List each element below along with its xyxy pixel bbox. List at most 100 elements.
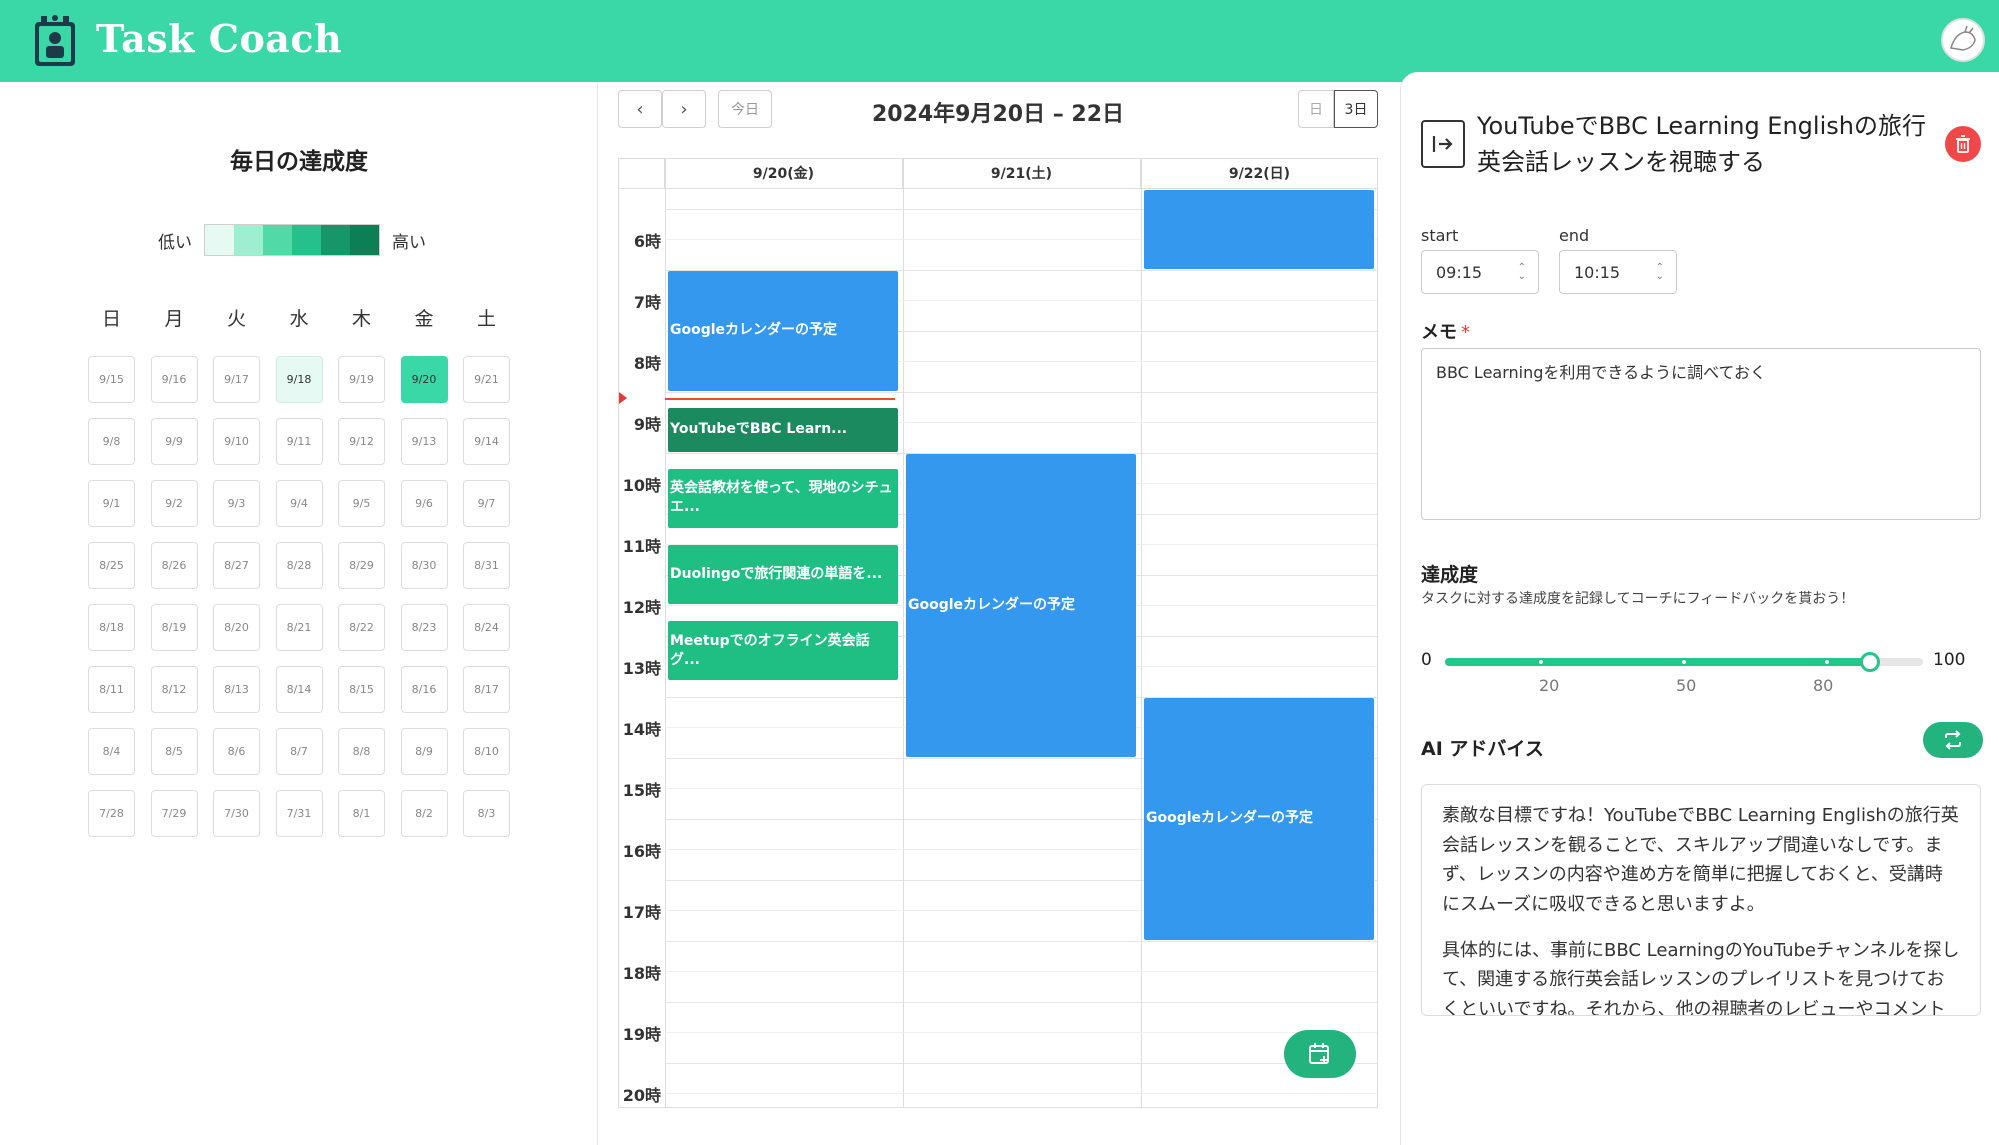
calendar-day-cell[interactable]: 9/18: [275, 356, 323, 403]
calendar-day-cell[interactable]: 8/25: [88, 542, 135, 589]
calendar-event[interactable]: Meetupでのオフライン英会話グ...: [668, 621, 898, 681]
user-avatar[interactable]: [1941, 18, 1985, 62]
calendar-day-cell[interactable]: 8/20: [213, 604, 260, 651]
calendar-day-cell[interactable]: 9/2: [150, 480, 198, 527]
calendar-event[interactable]: Googleカレンダーの予定: [668, 270, 898, 391]
calendar-day-cell[interactable]: 8/21: [275, 604, 323, 651]
calendar-event[interactable]: [1144, 190, 1374, 269]
slider-thumb[interactable]: [1860, 652, 1881, 672]
date-range-title: 2024年9月20日 – 22日: [871, 102, 1125, 127]
calendar-day-cell[interactable]: 9/5: [338, 480, 385, 527]
view-day-button[interactable]: 日: [1298, 90, 1334, 128]
calendar-day-cell[interactable]: 9/19: [338, 356, 385, 403]
calendar-week-row: 8/11 8/12 8/13 8/14 8/15 8/16 8/17: [88, 666, 526, 713]
slider-tick-dot: [1538, 660, 1543, 664]
calendar-day-cell[interactable]: 8/31: [463, 542, 510, 589]
calendar-day-cell[interactable]: 8/5: [150, 728, 198, 775]
calendar-day-cell[interactable]: 9/3: [213, 480, 260, 527]
calendar-day-cell[interactable]: 9/21: [463, 356, 510, 403]
hour-line: [665, 1062, 1377, 1064]
hour-line: [665, 391, 1377, 393]
calendar-day-cell[interactable]: 9/13: [400, 418, 448, 465]
delete-task-button[interactable]: [1945, 126, 1981, 162]
task-detail-panel: YouTubeでBBC Learning Englishの旅行英会話レッスンを視…: [1400, 72, 1999, 1145]
calendar-day-cell[interactable]: 8/15: [338, 666, 385, 713]
calendar-day-cell[interactable]: 7/31: [275, 790, 323, 837]
calendar-event[interactable]: Googleカレンダーの予定: [1144, 697, 1374, 940]
calendar-day-cell[interactable]: 9/1: [88, 480, 135, 527]
calendar-day-cell[interactable]: 9/9: [150, 418, 198, 465]
weekday-label: 月: [164, 308, 184, 330]
schedule-grid: 9/20(金) 9/21(土) 9/22(日) 6時 7時 8時 9時 10時 11時 12時 13…: [618, 158, 1378, 1108]
calendar-day-cell[interactable]: 8/11: [88, 666, 135, 713]
calendar-day-cell[interactable]: 7/30: [213, 790, 260, 837]
legend-swatch: [263, 225, 292, 255]
calendar-day-cell[interactable]: 8/27: [213, 542, 260, 589]
start-time-value: 09:15: [1436, 262, 1483, 282]
hour-label: 7時: [633, 293, 661, 312]
calendar-day-cell[interactable]: 8/26: [150, 542, 198, 589]
calendar-add-icon: [1309, 1043, 1329, 1064]
calendar-event[interactable]: Duolingoで旅行関連の単語を...: [668, 545, 898, 604]
calendar-day-cell[interactable]: 8/23: [400, 604, 448, 651]
legend-high-label: 高い: [392, 232, 426, 253]
legend-swatches: [204, 224, 380, 256]
calendar-day-cell[interactable]: 9/20: [400, 356, 448, 403]
achievement-slider[interactable]: [1445, 652, 1923, 672]
calendar-day-cell[interactable]: 8/13: [213, 666, 260, 713]
arrow-right-bar-icon: [1432, 136, 1453, 152]
calendar-event[interactable]: Googleカレンダーの予定: [906, 453, 1136, 757]
calendar-day-cell[interactable]: 8/2: [400, 790, 448, 837]
next-range-button[interactable]: ›: [662, 90, 706, 128]
calendar-day-cell[interactable]: 8/17: [463, 666, 510, 713]
calendar-day-cell[interactable]: 8/16: [400, 666, 448, 713]
end-time-value: 10:15: [1574, 262, 1621, 282]
calendar-day-cell[interactable]: 8/9: [400, 728, 448, 775]
end-time-input[interactable]: 10:15 ⌃ ⌄: [1559, 250, 1677, 294]
calendar-day-cell[interactable]: 9/15: [88, 356, 135, 403]
today-button[interactable]: 今日: [718, 90, 772, 128]
calendar-day-cell[interactable]: 8/22: [338, 604, 385, 651]
calendar-day-cell[interactable]: 8/18: [88, 604, 135, 651]
app-header: Task Coach: [0, 0, 1999, 82]
calendar-day-cell[interactable]: 9/7: [463, 480, 510, 527]
collapse-panel-button[interactable]: [1421, 120, 1465, 168]
calendar-day-cell[interactable]: 8/28: [275, 542, 323, 589]
legend-swatch: [292, 225, 321, 255]
regenerate-advice-button[interactable]: [1923, 722, 1983, 758]
calendar-day-cell[interactable]: 8/30: [400, 542, 448, 589]
calendar-day-cell[interactable]: 9/10: [213, 418, 260, 465]
calendar-day-cell[interactable]: 9/4: [275, 480, 323, 527]
calendar-day-cell[interactable]: 8/8: [338, 728, 385, 775]
calendar-day-cell[interactable]: 9/8: [88, 418, 135, 465]
calendar-day-cell[interactable]: 8/4: [88, 728, 135, 775]
calendar-day-cell[interactable]: 7/29: [150, 790, 198, 837]
weekday-header: 日月火水木金土: [88, 304, 526, 331]
calendar-day-cell[interactable]: 8/6: [213, 728, 260, 775]
calendar-day-cell[interactable]: 9/11: [275, 418, 323, 465]
calendar-day-cell[interactable]: 9/12: [338, 418, 385, 465]
calendar-day-cell[interactable]: 8/19: [150, 604, 198, 651]
calendar-event[interactable]: YouTubeでBBC Learn...: [668, 407, 898, 452]
calendar-day-cell[interactable]: 9/16: [150, 356, 198, 403]
slider-fill: [1445, 658, 1871, 666]
calendar-day-cell[interactable]: 8/10: [463, 728, 510, 775]
calendar-day-cell[interactable]: 8/24: [463, 604, 510, 651]
calendar-day-cell[interactable]: 9/17: [213, 356, 260, 403]
calendar-day-cell[interactable]: 7/28: [88, 790, 135, 837]
memo-textarea[interactable]: BBC Learningを利用できるように調べておく: [1421, 348, 1981, 520]
view-3day-button[interactable]: 3日: [1334, 90, 1378, 128]
calendar-day-cell[interactable]: 8/7: [275, 728, 323, 775]
calendar-day-cell[interactable]: 8/1: [338, 790, 385, 837]
calendar-day-cell[interactable]: 9/6: [400, 480, 448, 527]
calendar-day-cell[interactable]: 8/29: [338, 542, 385, 589]
task-title: YouTubeでBBC Learning Englishの旅行英会話レッスンを視…: [1477, 112, 1926, 176]
calendar-day-cell[interactable]: 8/3: [463, 790, 510, 837]
calendar-day-cell[interactable]: 8/12: [150, 666, 198, 713]
prev-range-button[interactable]: ‹: [618, 90, 662, 128]
start-time-input[interactable]: 09:15 ⌃ ⌄: [1421, 250, 1539, 294]
calendar-event[interactable]: 英会話教材を使って、現地のシチュエ...: [668, 468, 898, 528]
calendar-day-cell[interactable]: 9/14: [463, 418, 510, 465]
add-event-button[interactable]: [1284, 1030, 1356, 1078]
calendar-day-cell[interactable]: 8/14: [275, 666, 323, 713]
